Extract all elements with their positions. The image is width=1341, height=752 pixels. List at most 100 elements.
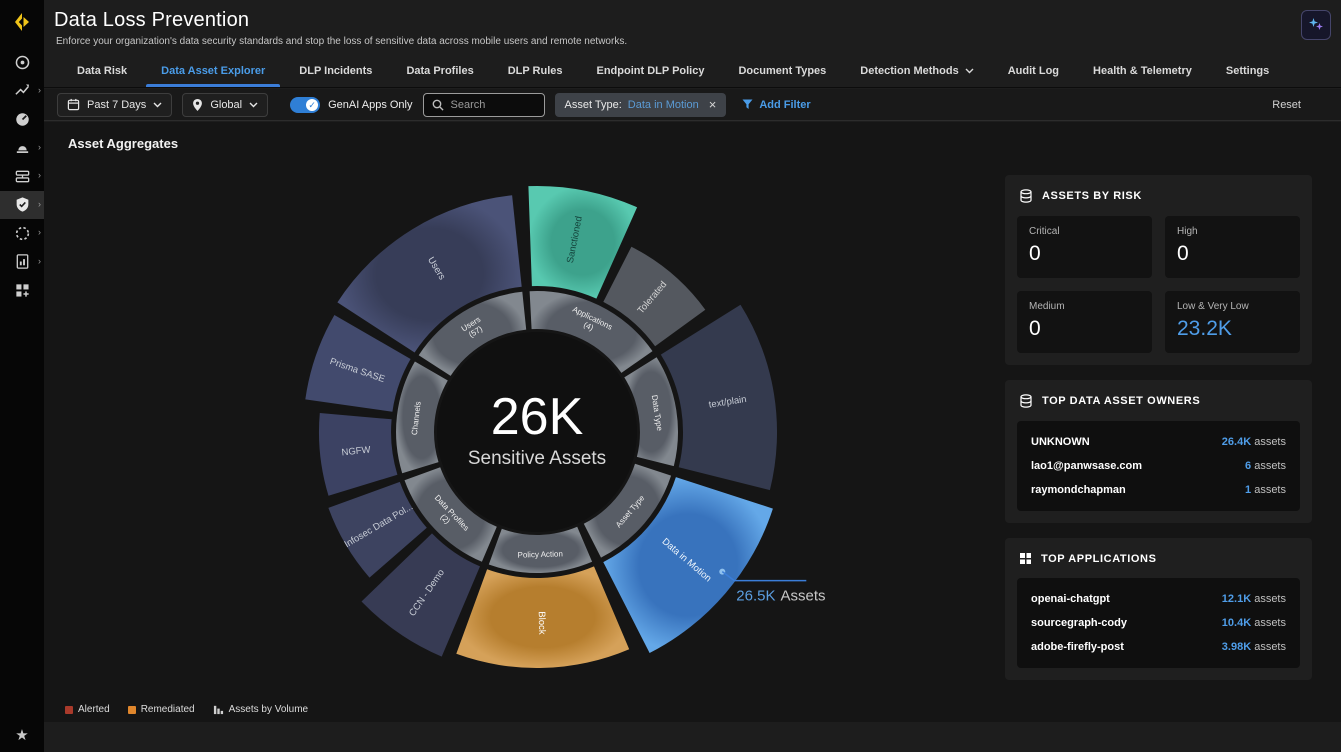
asset-type-filter-chip[interactable]: Asset Type: Data in Motion × [555, 93, 727, 117]
assets-by-risk-header: ASSETS BY RISK [1019, 189, 1298, 203]
page-subtitle: Enforce your organization's data securit… [56, 36, 627, 47]
insights-icon [14, 82, 31, 99]
legend-item-assets-by-volume[interactable]: Assets by Volume [213, 704, 308, 715]
sidebar-item-workflows[interactable]: › [0, 162, 44, 191]
add-filter-button[interactable]: Add Filter [742, 99, 810, 111]
application-row[interactable]: adobe-firefly-post 3.98K assets [1031, 635, 1286, 659]
ai-assistant-button[interactable] [1301, 10, 1331, 40]
search-input[interactable] [451, 99, 531, 111]
filter-chip-value: Data in Motion [628, 99, 699, 111]
owners-list: UNKNOWN 26.4K assets lao1@panwsase.com 6… [1017, 421, 1300, 511]
asset-count-link[interactable]: 10.4K [1222, 617, 1251, 629]
chevron-down-icon [249, 102, 258, 108]
tab-endpoint-dlp-policy[interactable]: Endpoint DLP Policy [580, 55, 722, 87]
sidebar-item-reports[interactable]: › [0, 248, 44, 277]
search-icon [432, 99, 444, 111]
asset-count-link[interactable]: 26.4K [1222, 436, 1251, 448]
chevron-right-icon: › [38, 86, 41, 95]
owner-row[interactable]: lao1@panwsase.com 6 assets [1031, 454, 1286, 478]
scope-dropdown[interactable]: Global [182, 93, 268, 117]
tab-data-profiles[interactable]: Data Profiles [389, 55, 490, 87]
sidebar-item-operations[interactable]: › [0, 219, 44, 248]
sidebar-item-add-products[interactable] [0, 276, 44, 305]
sunburst-label: Policy Action [517, 549, 563, 559]
tab-settings[interactable]: Settings [1209, 55, 1286, 87]
sunburst-chart: Users(57)Applications(4)Data TypeAsset T… [44, 122, 1004, 722]
chevron-down-icon [965, 68, 974, 74]
sunburst-label: Block [536, 611, 548, 635]
sidebar-item-dashboards[interactable] [0, 105, 44, 134]
chevron-right-icon: › [38, 257, 41, 266]
top-data-asset-owners-card: TOP DATA ASSET OWNERS UNKNOWN 26.4K asse… [1005, 380, 1312, 523]
favorites-star-icon[interactable]: ★ [0, 726, 44, 744]
workflows-icon [14, 168, 31, 185]
right-panel: ASSETS BY RISK Critical 0 High 0 Medium … [1005, 175, 1312, 680]
sidebar-item-security-services[interactable]: › [0, 191, 44, 220]
alarm-siren-icon [14, 139, 31, 156]
time-range-dropdown[interactable]: Past 7 Days [57, 93, 172, 117]
owner-row[interactable]: raymondchapman 1 assets [1031, 478, 1286, 502]
sunburst-center-label: Sensitive Assets [468, 448, 606, 469]
sunburst-center-value: 26K [491, 388, 584, 446]
owner-row[interactable]: UNKNOWN 26.4K assets [1031, 430, 1286, 454]
database-icon [1019, 394, 1033, 408]
top-applications-header: TOP APPLICATIONS [1019, 552, 1298, 565]
toggle-check-icon: ✓ [306, 99, 318, 111]
page-title: Data Loss Prevention [54, 9, 249, 32]
legend-item-alerted[interactable]: Alerted [65, 704, 110, 715]
chevron-down-icon [153, 102, 162, 108]
sidebar-nav: › › › › › › [0, 48, 44, 305]
palo-alto-networks-logo[interactable] [8, 8, 36, 36]
tab-detection-methods[interactable]: Detection Methods [843, 55, 990, 87]
sidebar-item-insights[interactable]: › [0, 77, 44, 106]
chevron-right-icon: › [38, 200, 41, 209]
sidebar-item-overview[interactable] [0, 48, 44, 77]
asset-count-link[interactable]: 3.98K [1222, 641, 1251, 653]
ai-sparkles-icon [1307, 16, 1325, 34]
top-data-asset-owners-header: TOP DATA ASSET OWNERS [1019, 394, 1298, 408]
risk-tile-low-very-low: Low & Very Low 23.2K [1165, 291, 1300, 353]
tab-dlp-rules[interactable]: DLP Rules [491, 55, 580, 87]
legend-item-remediated[interactable]: Remediated [128, 704, 195, 715]
tab-health-telemetry[interactable]: Health & Telemetry [1076, 55, 1209, 87]
application-row[interactable]: openai-chatgpt 12.1K assets [1031, 587, 1286, 611]
tab-audit-log[interactable]: Audit Log [991, 55, 1076, 87]
chevron-right-icon: › [38, 228, 41, 237]
overview-icon [14, 54, 31, 71]
sidebar-item-incidents-alerts[interactable]: › [0, 134, 44, 163]
search-box[interactable] [423, 93, 545, 117]
calendar-icon [67, 98, 80, 111]
remove-filter-icon[interactable]: × [709, 97, 717, 112]
tab-bar: Data Risk Data Asset Explorer DLP Incide… [44, 55, 1341, 88]
filter-chip-field: Asset Type: [565, 99, 622, 111]
grid-icon [1019, 552, 1032, 565]
genai-apps-only-toggle-group: ✓ GenAI Apps Only [290, 97, 412, 113]
page-header: Data Loss Prevention Enforce your organi… [44, 0, 1341, 55]
genai-apps-only-label: GenAI Apps Only [328, 99, 412, 111]
filter-bar: Past 7 Days Global ✓ GenAI Apps Only Ass… [44, 89, 1341, 121]
genai-apps-only-toggle[interactable]: ✓ [290, 97, 320, 113]
shield-check-icon [14, 196, 31, 213]
database-icon [1019, 189, 1033, 203]
palo-alto-networks-logo-icon [8, 8, 36, 36]
asset-count-link[interactable]: 12.1K [1222, 593, 1251, 605]
risk-tile-high: High 0 [1165, 216, 1300, 278]
main-content: Asset Aggregates Users(57)Applications(4… [44, 122, 1341, 722]
left-nav-sidebar: › › › › › › ★ [0, 0, 44, 752]
tab-data-risk[interactable]: Data Risk [60, 55, 144, 87]
grid-add-icon [14, 282, 31, 299]
report-document-icon [14, 253, 31, 270]
risk-tile-medium: Medium 0 [1017, 291, 1152, 353]
callout-text: 26.5KAssets [736, 588, 825, 605]
risk-tiles: Critical 0 High 0 Medium 0 Low & Very Lo… [1017, 216, 1300, 353]
alerted-swatch [65, 706, 73, 714]
assets-by-risk-card: ASSETS BY RISK Critical 0 High 0 Medium … [1005, 175, 1312, 365]
tab-document-types[interactable]: Document Types [721, 55, 843, 87]
remediated-swatch [128, 706, 136, 714]
application-row[interactable]: sourcegraph-cody 10.4K assets [1031, 611, 1286, 635]
risk-tile-critical: Critical 0 [1017, 216, 1152, 278]
tab-dlp-incidents[interactable]: DLP Incidents [282, 55, 389, 87]
applications-list: openai-chatgpt 12.1K assets sourcegraph-… [1017, 578, 1300, 668]
tab-data-asset-explorer[interactable]: Data Asset Explorer [144, 55, 282, 87]
reset-button[interactable]: Reset [1272, 99, 1301, 111]
